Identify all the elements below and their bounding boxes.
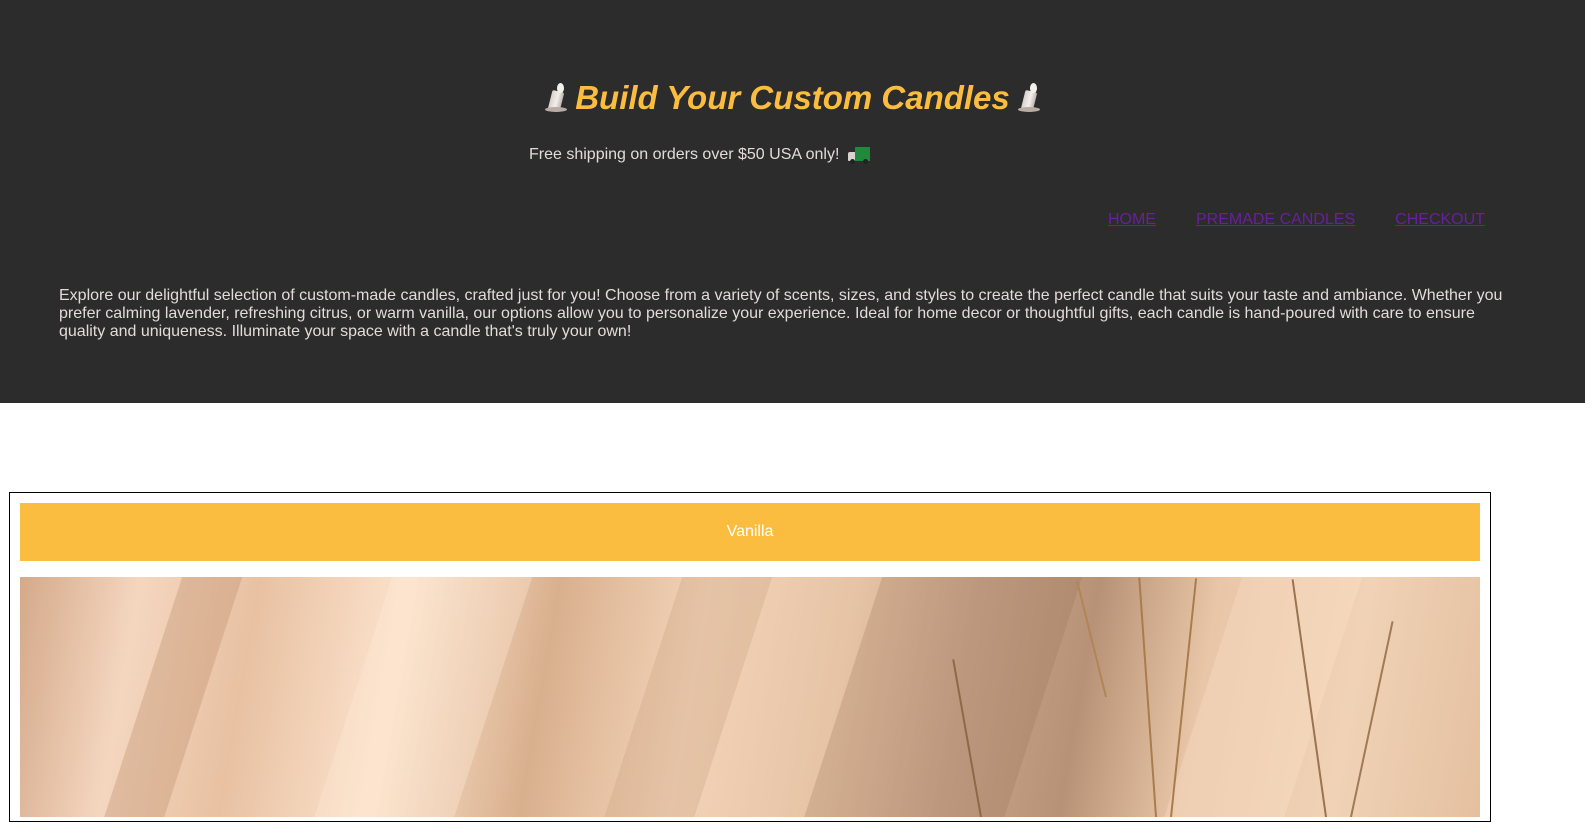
- nav-link-home[interactable]: HOME: [1108, 208, 1156, 232]
- site-header: Build Your Custom Candles Free shipping …: [0, 0, 1585, 403]
- page-title: Build Your Custom Candles: [575, 79, 1010, 116]
- candle-icon: [543, 83, 569, 113]
- candle-icon: [1016, 83, 1042, 113]
- shipping-text: Free shipping on orders over $50 USA onl…: [529, 146, 840, 163]
- shipping-banner: Free shipping on orders over $50 USA onl…: [529, 143, 872, 167]
- scent-label[interactable]: Vanilla: [20, 503, 1480, 561]
- product-image: [20, 577, 1480, 817]
- main-nav: HOME PREMADE CANDLES CHECKOUT: [1108, 208, 1525, 232]
- intro-description: Explore our delightful selection of cust…: [59, 287, 1503, 340]
- nav-link-checkout[interactable]: CHECKOUT: [1395, 208, 1485, 232]
- title-row: Build Your Custom Candles: [0, 76, 1585, 120]
- delivery-truck-icon: [847, 145, 872, 165]
- product-card[interactable]: Vanilla: [9, 492, 1491, 822]
- nav-link-premade-candles[interactable]: PREMADE CANDLES: [1196, 208, 1355, 232]
